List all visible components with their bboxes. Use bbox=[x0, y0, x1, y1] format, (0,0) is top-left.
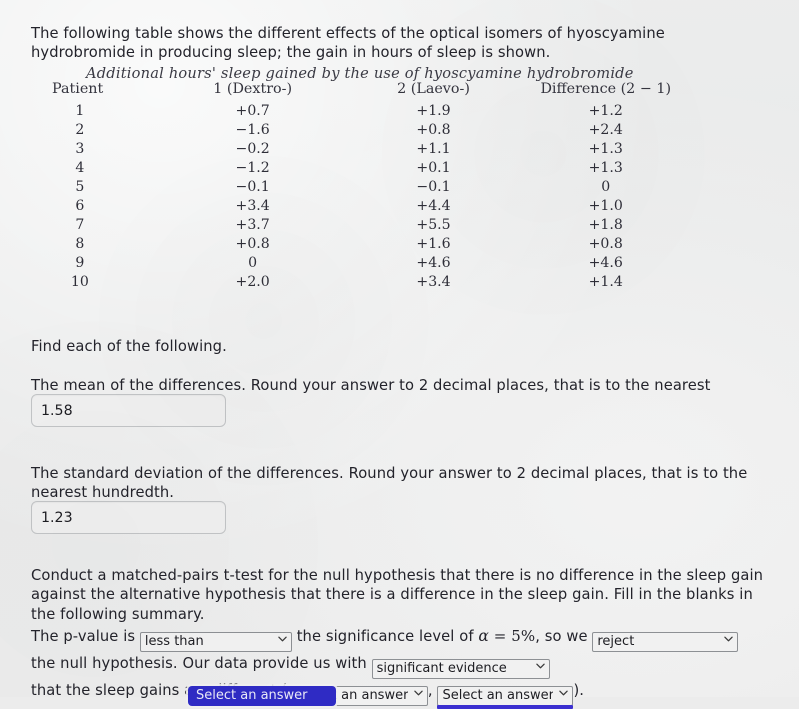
cell-patient: 10 bbox=[70, 273, 89, 290]
cell-difference: +1.8 bbox=[588, 216, 623, 233]
mean-answer-input[interactable] bbox=[31, 394, 226, 427]
cell-laevo: +3.4 bbox=[416, 273, 451, 290]
summary-sentence: The p-value is less than the significanc… bbox=[31, 624, 783, 709]
question-page: The following table shows the different … bbox=[0, 0, 799, 709]
decision-select-wrapper[interactable]: reject bbox=[592, 625, 739, 652]
table-header-row: Patient 1 (Dextro-) 2 (Laevo-) Differenc… bbox=[40, 81, 690, 101]
cell-dextro: −0.2 bbox=[235, 140, 270, 157]
cell-patient: 9 bbox=[75, 254, 85, 271]
intro-paragraph: The following table shows the different … bbox=[31, 24, 665, 62]
cell-patient: 7 bbox=[75, 216, 85, 233]
standard-deviation-answer-input[interactable] bbox=[31, 501, 226, 534]
column-header-difference: Difference (2 − 1) bbox=[540, 81, 672, 97]
sleep-data-table-figure: Additional hours' sleep gained by the us… bbox=[0, 62, 799, 302]
cell-patient: 3 bbox=[75, 140, 85, 157]
table-row: 7 +3.7 +5.5 +1.8 bbox=[40, 215, 690, 234]
cell-difference: +2.4 bbox=[588, 121, 623, 138]
cell-patient: 4 bbox=[75, 159, 85, 176]
sleep-data-table: Patient 1 (Dextro-) 2 (Laevo-) Differenc… bbox=[40, 81, 690, 291]
cell-difference: +1.3 bbox=[588, 159, 623, 176]
table-row: 1 +0.7 +1.9 +1.2 bbox=[40, 101, 690, 120]
cell-laevo: +0.1 bbox=[416, 159, 451, 176]
alpha-symbol: α bbox=[478, 627, 489, 645]
cell-dextro: +3.7 bbox=[235, 216, 270, 233]
summary-fragment-1: The p-value is bbox=[31, 628, 136, 645]
evidence-select-wrapper[interactable]: significant evidence bbox=[371, 652, 550, 679]
table-caption: Additional hours' sleep gained by the us… bbox=[86, 65, 634, 82]
alpha-equals-sign: = bbox=[493, 627, 507, 645]
alpha-value: 5% bbox=[511, 627, 536, 645]
cell-patient: 5 bbox=[75, 178, 85, 195]
cell-laevo: +4.6 bbox=[416, 254, 451, 271]
table-row: 6 +3.4 +4.4 +1.0 bbox=[40, 196, 690, 215]
cell-difference: 0 bbox=[601, 178, 611, 195]
cell-difference: +1.2 bbox=[588, 102, 623, 119]
column-header-laevo: 2 (Laevo-) bbox=[397, 81, 470, 97]
cell-laevo: +5.5 bbox=[416, 216, 451, 233]
cell-laevo: −0.1 bbox=[416, 178, 451, 195]
answer-select-2-wrapper[interactable]: Select an answer bbox=[437, 679, 574, 709]
cell-patient: 2 bbox=[75, 121, 85, 138]
column-header-patient: Patient bbox=[52, 81, 104, 97]
dropdown-option-highlighted[interactable]: Select an answer bbox=[188, 686, 336, 706]
cell-dextro: 0 bbox=[248, 254, 258, 271]
comparison-select[interactable]: less than bbox=[139, 632, 292, 652]
cell-patient: 6 bbox=[75, 197, 85, 214]
find-each-prompt: Find each of the following. bbox=[31, 337, 227, 355]
table-row: 10 +2.0 +3.4 +1.4 bbox=[40, 272, 690, 291]
cell-difference: +0.8 bbox=[588, 235, 623, 252]
cell-difference: +1.4 bbox=[588, 273, 623, 290]
cell-laevo: +4.4 bbox=[416, 197, 451, 214]
summary-fragment-6: ). bbox=[573, 682, 585, 699]
table-row: 9 0 +4.6 +4.6 bbox=[40, 253, 690, 272]
cell-dextro: +0.8 bbox=[235, 235, 270, 252]
cell-dextro: −1.6 bbox=[235, 121, 270, 138]
summary-comma-separator: , bbox=[427, 682, 433, 699]
table-row: 8 +0.8 +1.6 +0.8 bbox=[40, 234, 690, 253]
summary-fragment-2: the significance level of bbox=[296, 628, 474, 645]
open-dropdown-popup[interactable]: Select an answer bbox=[188, 686, 336, 706]
cell-dextro: +2.0 bbox=[235, 273, 270, 290]
cell-patient: 8 bbox=[75, 235, 85, 252]
cell-difference: +1.0 bbox=[588, 197, 623, 214]
cell-laevo: +1.9 bbox=[416, 102, 451, 119]
column-header-dextro: 1 (Dextro-) bbox=[213, 81, 293, 97]
cell-laevo: +0.8 bbox=[416, 121, 451, 138]
cell-dextro: −0.1 bbox=[235, 178, 270, 195]
answer-select-2[interactable]: Select an answer bbox=[437, 686, 574, 706]
conduct-test-prompt: Conduct a matched-pairs t-test for the n… bbox=[31, 566, 764, 623]
cell-laevo: +1.1 bbox=[416, 140, 451, 157]
summary-fragment-4: the null hypothesis. Our data provide us… bbox=[31, 655, 367, 672]
table-row: 4 −1.2 +0.1 +1.3 bbox=[40, 158, 690, 177]
cell-dextro: +0.7 bbox=[235, 102, 270, 119]
cell-laevo: +1.6 bbox=[416, 235, 451, 252]
cell-patient: 1 bbox=[75, 102, 85, 119]
decision-select[interactable]: reject bbox=[592, 632, 739, 652]
cell-dextro: −1.2 bbox=[235, 159, 270, 176]
cell-difference: +1.3 bbox=[588, 140, 623, 157]
standard-deviation-prompt: The standard deviation of the difference… bbox=[31, 464, 748, 502]
table-row: 3 −0.2 +1.1 +1.3 bbox=[40, 139, 690, 158]
cell-difference: +4.6 bbox=[588, 254, 623, 271]
cell-dextro: +3.4 bbox=[235, 197, 270, 214]
table-row: 2 −1.6 +0.8 +2.4 bbox=[40, 120, 690, 139]
evidence-select[interactable]: significant evidence bbox=[371, 659, 550, 679]
table-row: 5 −0.1 −0.1 0 bbox=[40, 177, 690, 196]
comparison-select-wrapper[interactable]: less than bbox=[139, 625, 292, 652]
summary-fragment-3: , so we bbox=[535, 628, 588, 645]
